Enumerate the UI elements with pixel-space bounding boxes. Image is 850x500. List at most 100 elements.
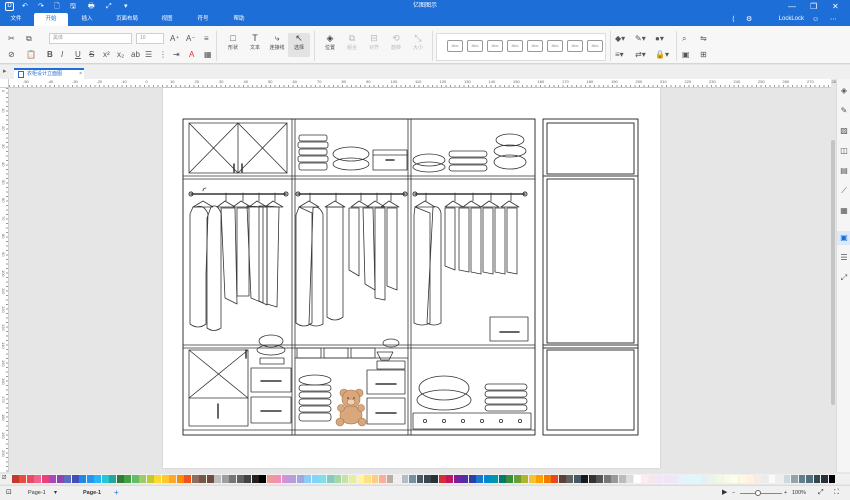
fit-icon[interactable]: ⊞ bbox=[700, 50, 707, 60]
color-swatch[interactable] bbox=[468, 475, 476, 483]
color-swatch[interactable] bbox=[139, 475, 147, 483]
align-icon[interactable]: ≡ bbox=[204, 34, 209, 44]
style-preset[interactable]: Abc bbox=[547, 40, 563, 52]
layer-icon[interactable]: ▣ bbox=[682, 50, 690, 60]
lock-icon[interactable]: 🔒▾ bbox=[655, 50, 669, 60]
text-tool-button[interactable]: T 文本 bbox=[244, 33, 266, 57]
user-name[interactable]: LockLock bbox=[779, 13, 804, 26]
color-swatch[interactable] bbox=[746, 475, 753, 483]
color-swatch[interactable] bbox=[409, 475, 416, 483]
page-selector[interactable]: Page-1 bbox=[28, 486, 46, 500]
color-swatch[interactable] bbox=[678, 475, 686, 483]
color-swatch[interactable] bbox=[289, 475, 297, 483]
color-swatch[interactable] bbox=[558, 475, 566, 483]
line-style-icon[interactable]: ≡▾ bbox=[615, 50, 624, 60]
close-icon[interactable]: ✕ bbox=[832, 0, 839, 13]
zoom-in-icon[interactable]: + bbox=[784, 486, 787, 500]
color-swatch[interactable] bbox=[671, 475, 679, 483]
color-swatch[interactable] bbox=[296, 475, 304, 483]
color-swatch[interactable] bbox=[124, 475, 132, 483]
color-swatch[interactable] bbox=[633, 475, 641, 483]
color-swatch[interactable] bbox=[169, 475, 177, 483]
color-swatch[interactable] bbox=[401, 475, 409, 483]
color-swatch[interactable] bbox=[581, 475, 589, 483]
color-swatch[interactable] bbox=[656, 475, 664, 483]
color-swatch[interactable] bbox=[641, 475, 649, 483]
color-swatch[interactable] bbox=[101, 475, 109, 483]
subscript-icon[interactable]: x₂ bbox=[117, 50, 124, 60]
tab-insert[interactable]: 插入 bbox=[72, 13, 102, 26]
color-swatch[interactable] bbox=[326, 475, 334, 483]
font-shrink-icon[interactable]: A⁻ bbox=[186, 34, 196, 44]
color-swatch[interactable] bbox=[109, 475, 117, 483]
wardrobe-drawing[interactable] bbox=[163, 88, 660, 468]
maximize-icon[interactable]: ❐ bbox=[810, 0, 817, 13]
color-swatch[interactable] bbox=[596, 475, 604, 483]
color-swatch[interactable] bbox=[259, 475, 267, 483]
page-view-icon[interactable]: ⊡ bbox=[6, 486, 12, 500]
color-swatch[interactable] bbox=[154, 475, 162, 483]
color-swatch[interactable] bbox=[603, 475, 611, 483]
highlight-icon[interactable]: ▦ bbox=[204, 50, 212, 60]
color-swatch[interactable] bbox=[791, 475, 798, 483]
numbered-list-icon[interactable]: ⋮ bbox=[159, 50, 167, 60]
color-swatch[interactable] bbox=[266, 475, 274, 483]
color-swatch[interactable] bbox=[191, 475, 199, 483]
user-icon[interactable]: ☺ bbox=[812, 13, 819, 26]
color-swatch[interactable] bbox=[618, 475, 626, 483]
strikethrough-icon[interactable]: S bbox=[89, 50, 94, 60]
underline-icon[interactable]: U bbox=[75, 50, 81, 60]
connector-tool-button[interactable]: ⤷ 连接线 bbox=[266, 33, 288, 57]
italic-icon[interactable]: I bbox=[61, 50, 63, 60]
style-preset[interactable]: Abc bbox=[447, 40, 463, 52]
color-swatch[interactable] bbox=[19, 475, 27, 483]
line-icon[interactable]: ✎ bbox=[837, 104, 850, 118]
no-fill-icon[interactable]: ⧄ bbox=[2, 474, 6, 482]
superscript-icon[interactable]: x² bbox=[103, 50, 110, 60]
style-preset[interactable]: Abc bbox=[527, 40, 543, 52]
zoom-slider[interactable] bbox=[755, 490, 761, 496]
color-swatch[interactable] bbox=[79, 475, 87, 483]
color-swatch[interactable] bbox=[828, 475, 836, 483]
color-swatch[interactable] bbox=[783, 475, 791, 483]
align-button[interactable]: ⊟ 对齐 bbox=[363, 33, 385, 57]
line-color-icon[interactable]: ✎▾ bbox=[635, 34, 646, 44]
color-swatch[interactable] bbox=[716, 475, 724, 483]
size-button[interactable]: ⤡ 大小 bbox=[407, 33, 429, 57]
color-swatch[interactable] bbox=[304, 475, 312, 483]
color-swatch[interactable] bbox=[798, 475, 806, 483]
color-swatch[interactable] bbox=[536, 475, 544, 483]
document-panel-icon[interactable]: ▣ bbox=[837, 231, 850, 245]
style-preset[interactable]: Abc bbox=[587, 40, 603, 52]
color-swatch[interactable] bbox=[588, 475, 596, 483]
bold-icon[interactable]: B bbox=[47, 50, 53, 60]
color-swatch[interactable] bbox=[251, 475, 259, 483]
list-icon[interactable]: ☰ bbox=[837, 251, 850, 265]
color-swatch[interactable] bbox=[64, 475, 72, 483]
color-swatch[interactable] bbox=[229, 475, 237, 483]
drawing-canvas[interactable] bbox=[163, 88, 660, 468]
color-swatch[interactable] bbox=[813, 475, 821, 483]
color-swatch[interactable] bbox=[221, 475, 229, 483]
expand-icon[interactable]: ⤢ bbox=[837, 271, 850, 285]
color-swatch[interactable] bbox=[573, 475, 581, 483]
close-tab-icon[interactable]: × bbox=[79, 70, 82, 79]
tab-file[interactable]: 文件 bbox=[4, 13, 28, 26]
color-swatch[interactable] bbox=[146, 475, 154, 483]
minimize-icon[interactable]: — bbox=[788, 0, 796, 13]
find-icon[interactable]: ⌕ bbox=[682, 34, 686, 44]
replace-icon[interactable]: ⇋ bbox=[700, 34, 707, 44]
select-tool-button[interactable]: ↖ 选择 bbox=[288, 33, 310, 57]
color-swatch[interactable] bbox=[753, 475, 761, 483]
color-swatch[interactable] bbox=[356, 475, 364, 483]
color-swatch[interactable] bbox=[768, 475, 776, 483]
color-swatch[interactable] bbox=[626, 475, 634, 483]
chevron-down-icon[interactable]: ▾ bbox=[54, 486, 57, 500]
color-swatch[interactable] bbox=[693, 475, 701, 483]
color-swatch[interactable] bbox=[648, 475, 656, 483]
color-swatch[interactable] bbox=[49, 475, 57, 483]
fill-icon[interactable]: ◈ bbox=[837, 84, 850, 98]
tab-page-layout[interactable]: 页面布局 bbox=[110, 13, 144, 26]
font-color-icon[interactable]: A bbox=[189, 50, 194, 60]
color-swatch[interactable] bbox=[131, 475, 139, 483]
